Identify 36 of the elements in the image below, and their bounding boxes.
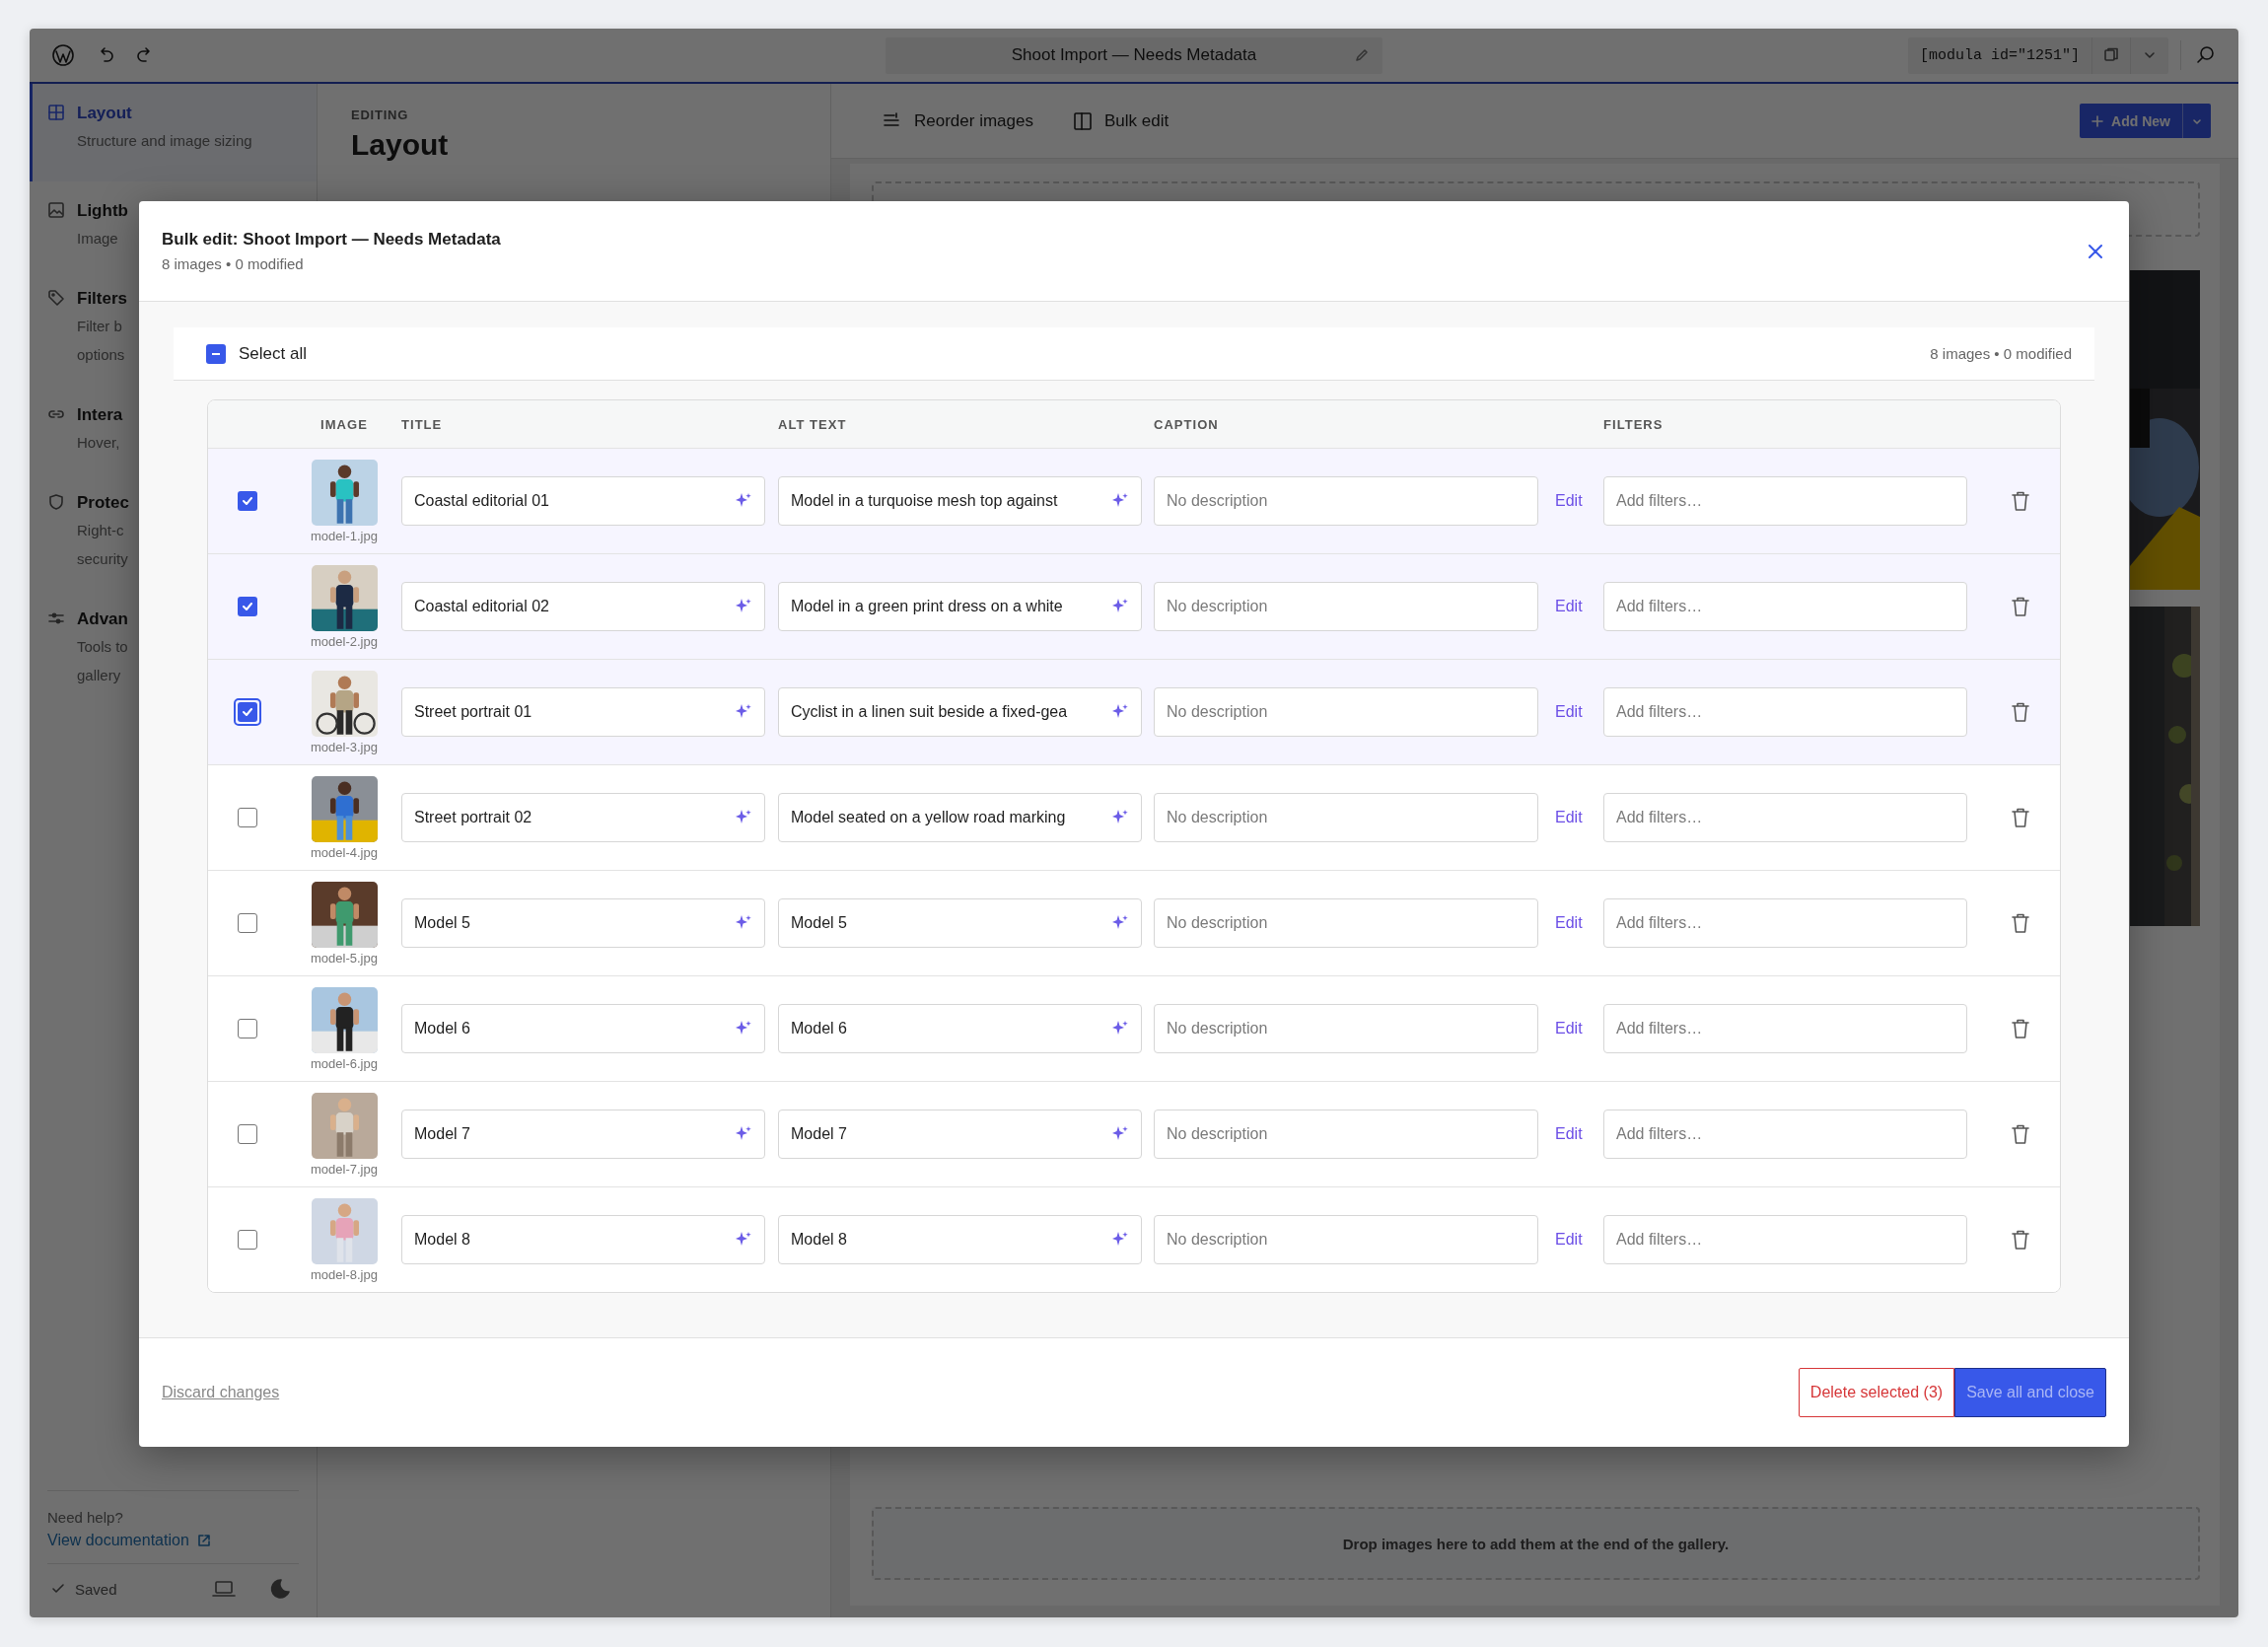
- help-label: Need help?: [47, 1509, 124, 1526]
- sidebar-item-title: Layout: [77, 103, 133, 124]
- sidebar-item-title: Intera: [77, 404, 123, 426]
- section-eyebrow: EDITING: [351, 107, 410, 122]
- dialog-subtitle: 8 images • 0 modified: [162, 255, 305, 272]
- sidebar-item-description: Right-c: [77, 521, 125, 540]
- dialog-title: Bulk edit: Shoot Import — Needs Metadata: [162, 230, 502, 250]
- panel-heading: Layout: [351, 128, 450, 162]
- column-header: ALT TEXT: [778, 416, 848, 432]
- sidebar-item-description: Structure and image sizing: [77, 131, 252, 151]
- column-header: CAPTION: [1154, 416, 1220, 432]
- sidebar-item-title: Advan: [77, 609, 128, 630]
- sidebar-item-description: gallery: [77, 666, 122, 685]
- sidebar-item-description: Image: [77, 229, 119, 249]
- shortcode: [modula id="1251"]: [1918, 46, 2081, 64]
- sidebar-item-title: Lightb: [77, 200, 128, 222]
- sidebar-item-description: Tools to: [77, 637, 128, 657]
- file-name: model-4.jpg: [311, 844, 378, 860]
- sidebar-item-description: Filter b: [77, 317, 123, 336]
- column-header: TITLE: [401, 416, 444, 432]
- sidebar-item-description: security: [77, 549, 129, 569]
- file-name: model-2.jpg: [311, 633, 378, 649]
- sidebar-item-description: options: [77, 345, 126, 365]
- sidebar-item-title: Filters: [77, 288, 128, 310]
- file-name: model-8.jpg: [311, 1266, 378, 1282]
- sidebar-item-title: Protec: [77, 492, 129, 514]
- file-name: model-1.jpg: [311, 528, 378, 543]
- file-name: model-5.jpg: [311, 950, 378, 966]
- column-header: IMAGE: [320, 416, 368, 432]
- column-header: FILTERS: [1603, 416, 1665, 432]
- file-name: model-3.jpg: [311, 739, 378, 754]
- file-name: model-6.jpg: [311, 1055, 378, 1071]
- file-name: model-7.jpg: [311, 1161, 378, 1177]
- sidebar-item-description: Hover,: [77, 433, 121, 453]
- save-status: Saved: [75, 1580, 118, 1598]
- modified-summary: 8 images • 0 modified: [1930, 345, 2072, 362]
